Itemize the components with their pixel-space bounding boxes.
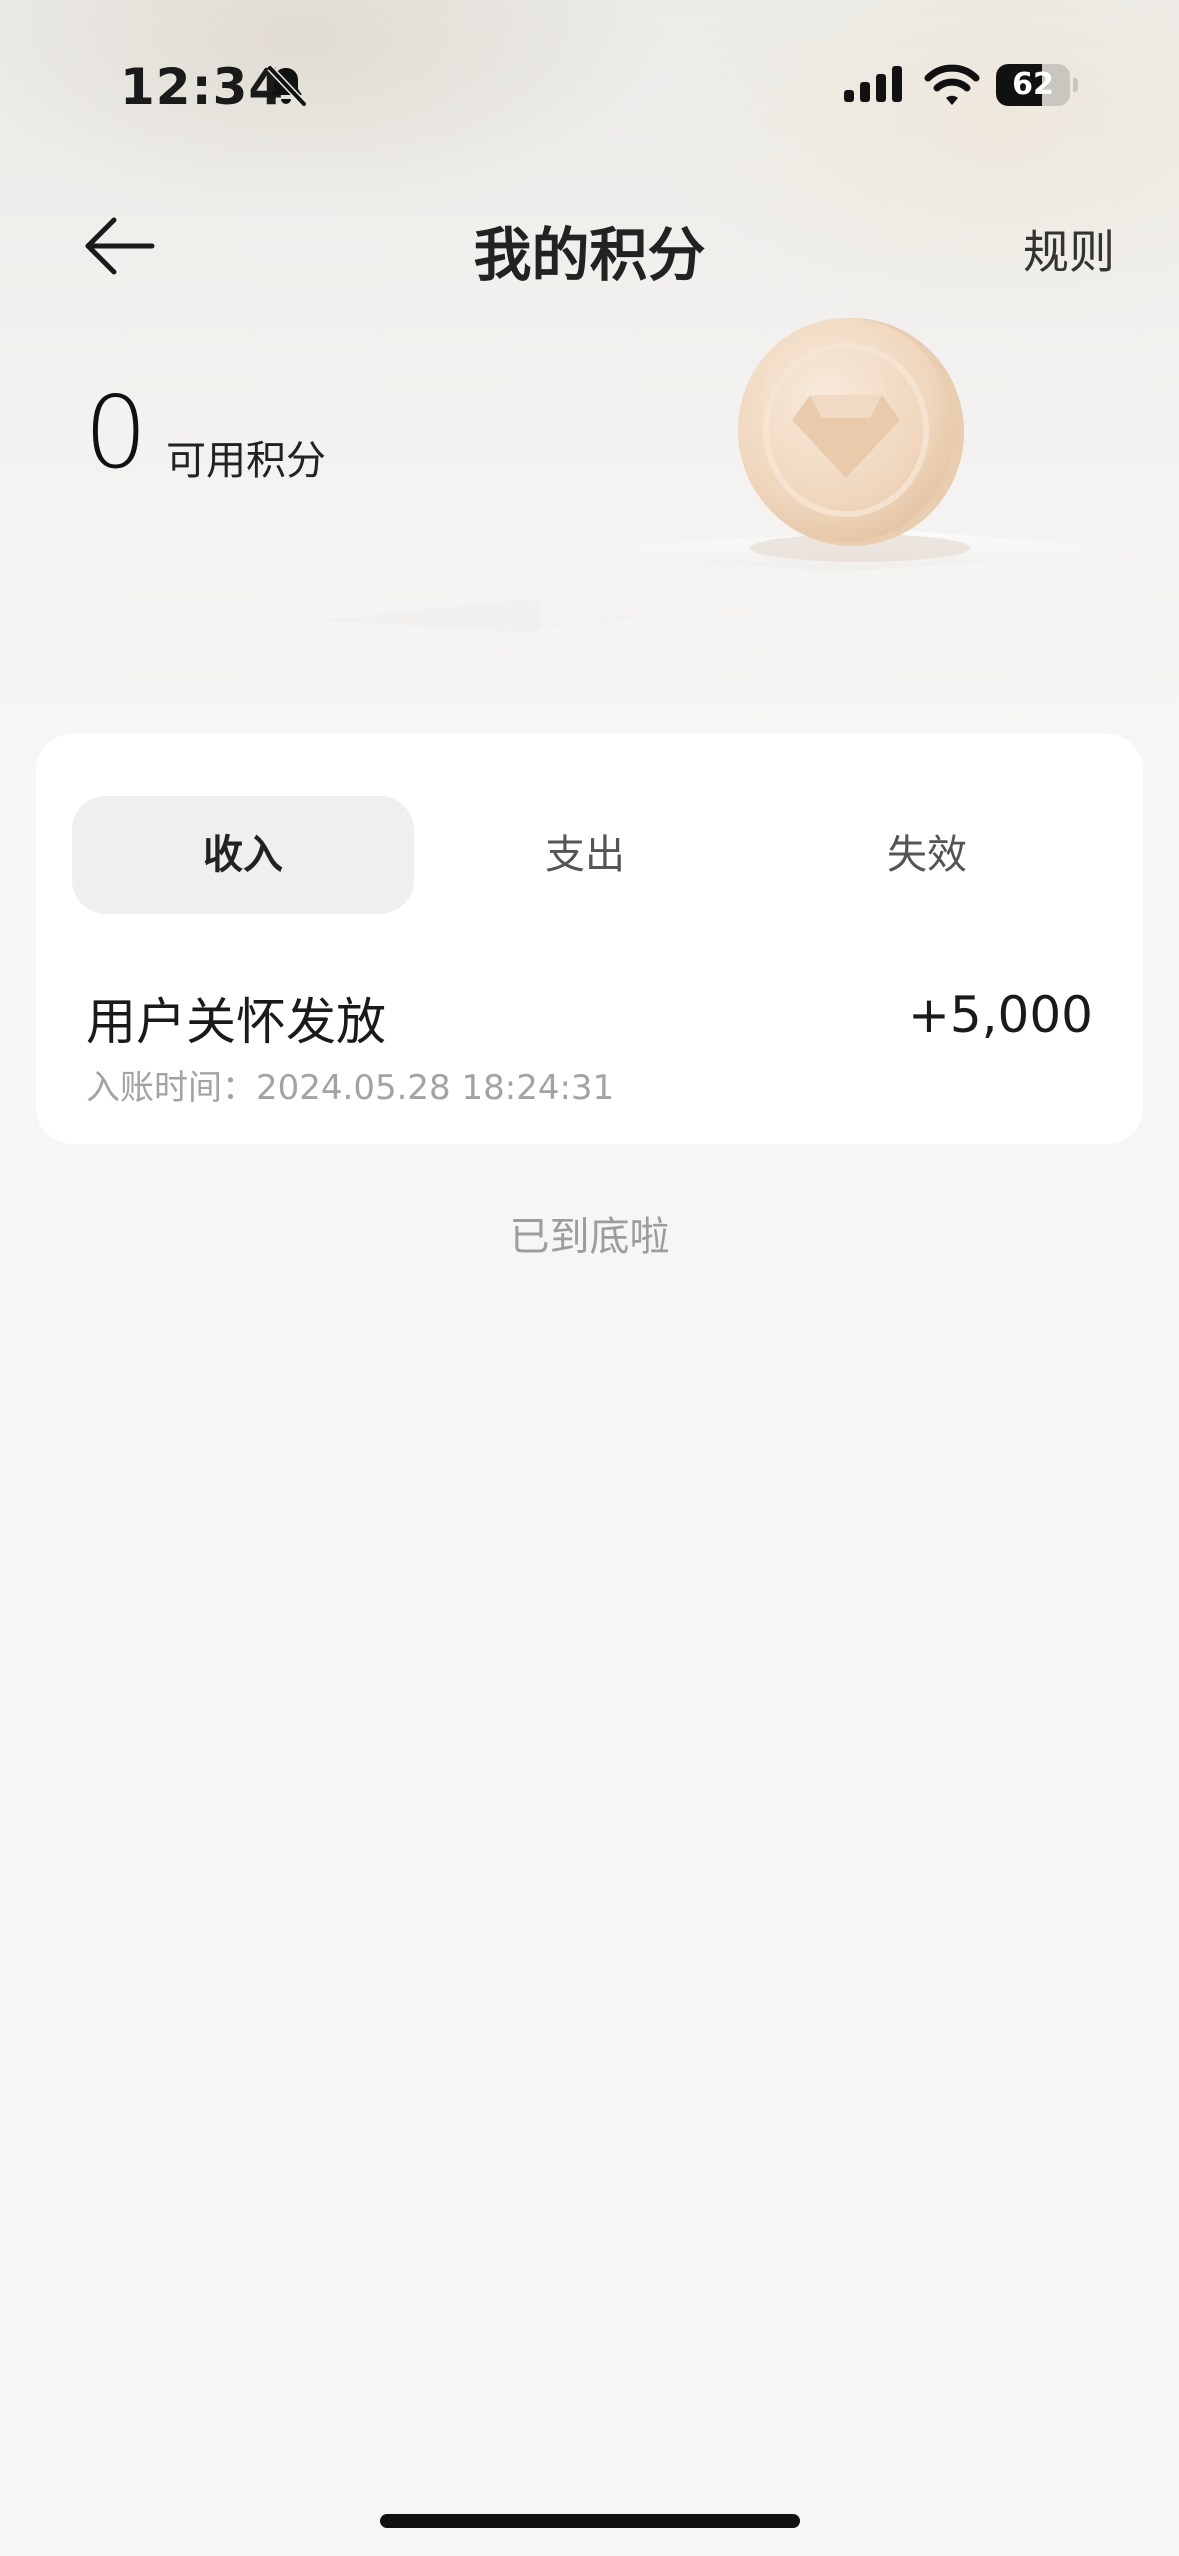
status-time: 12:34: [120, 58, 285, 116]
signal-icon: [844, 66, 902, 102]
points-label: 可用积分: [166, 438, 326, 484]
record-time: 入账时间：2024.05.28 18:24:31: [86, 1060, 614, 1109]
wifi-icon: [924, 64, 980, 105]
points-balance: 0: [84, 374, 148, 491]
points-history-card: 收入 支出 失效 用户关怀发放 +5,000 入账时间：2024.05.28 1…: [36, 734, 1143, 1144]
record-amount: +5,000: [907, 986, 1093, 1044]
coin-podium-illustration: [320, 318, 1150, 740]
battery-percent: 62: [1012, 67, 1054, 102]
record-title: 用户关怀发放: [86, 993, 386, 1051]
tab-expired[interactable]: 失效: [756, 796, 1098, 914]
battery-icon: 62: [996, 64, 1078, 106]
home-indicator[interactable]: [380, 2514, 800, 2528]
record-time-value: 2024.05.28 18:24:31: [256, 1068, 615, 1108]
bell-slash-icon: [267, 65, 307, 107]
record-time-label: 入账时间：: [86, 1068, 256, 1108]
end-of-list-note: 已到底啦: [509, 1214, 670, 1260]
tab-income[interactable]: 收入: [72, 796, 414, 914]
rules-link[interactable]: 规则: [1023, 216, 1115, 282]
status-bar: 12:34 62: [0, 0, 1179, 170]
tab-expense[interactable]: 支出: [414, 796, 756, 914]
